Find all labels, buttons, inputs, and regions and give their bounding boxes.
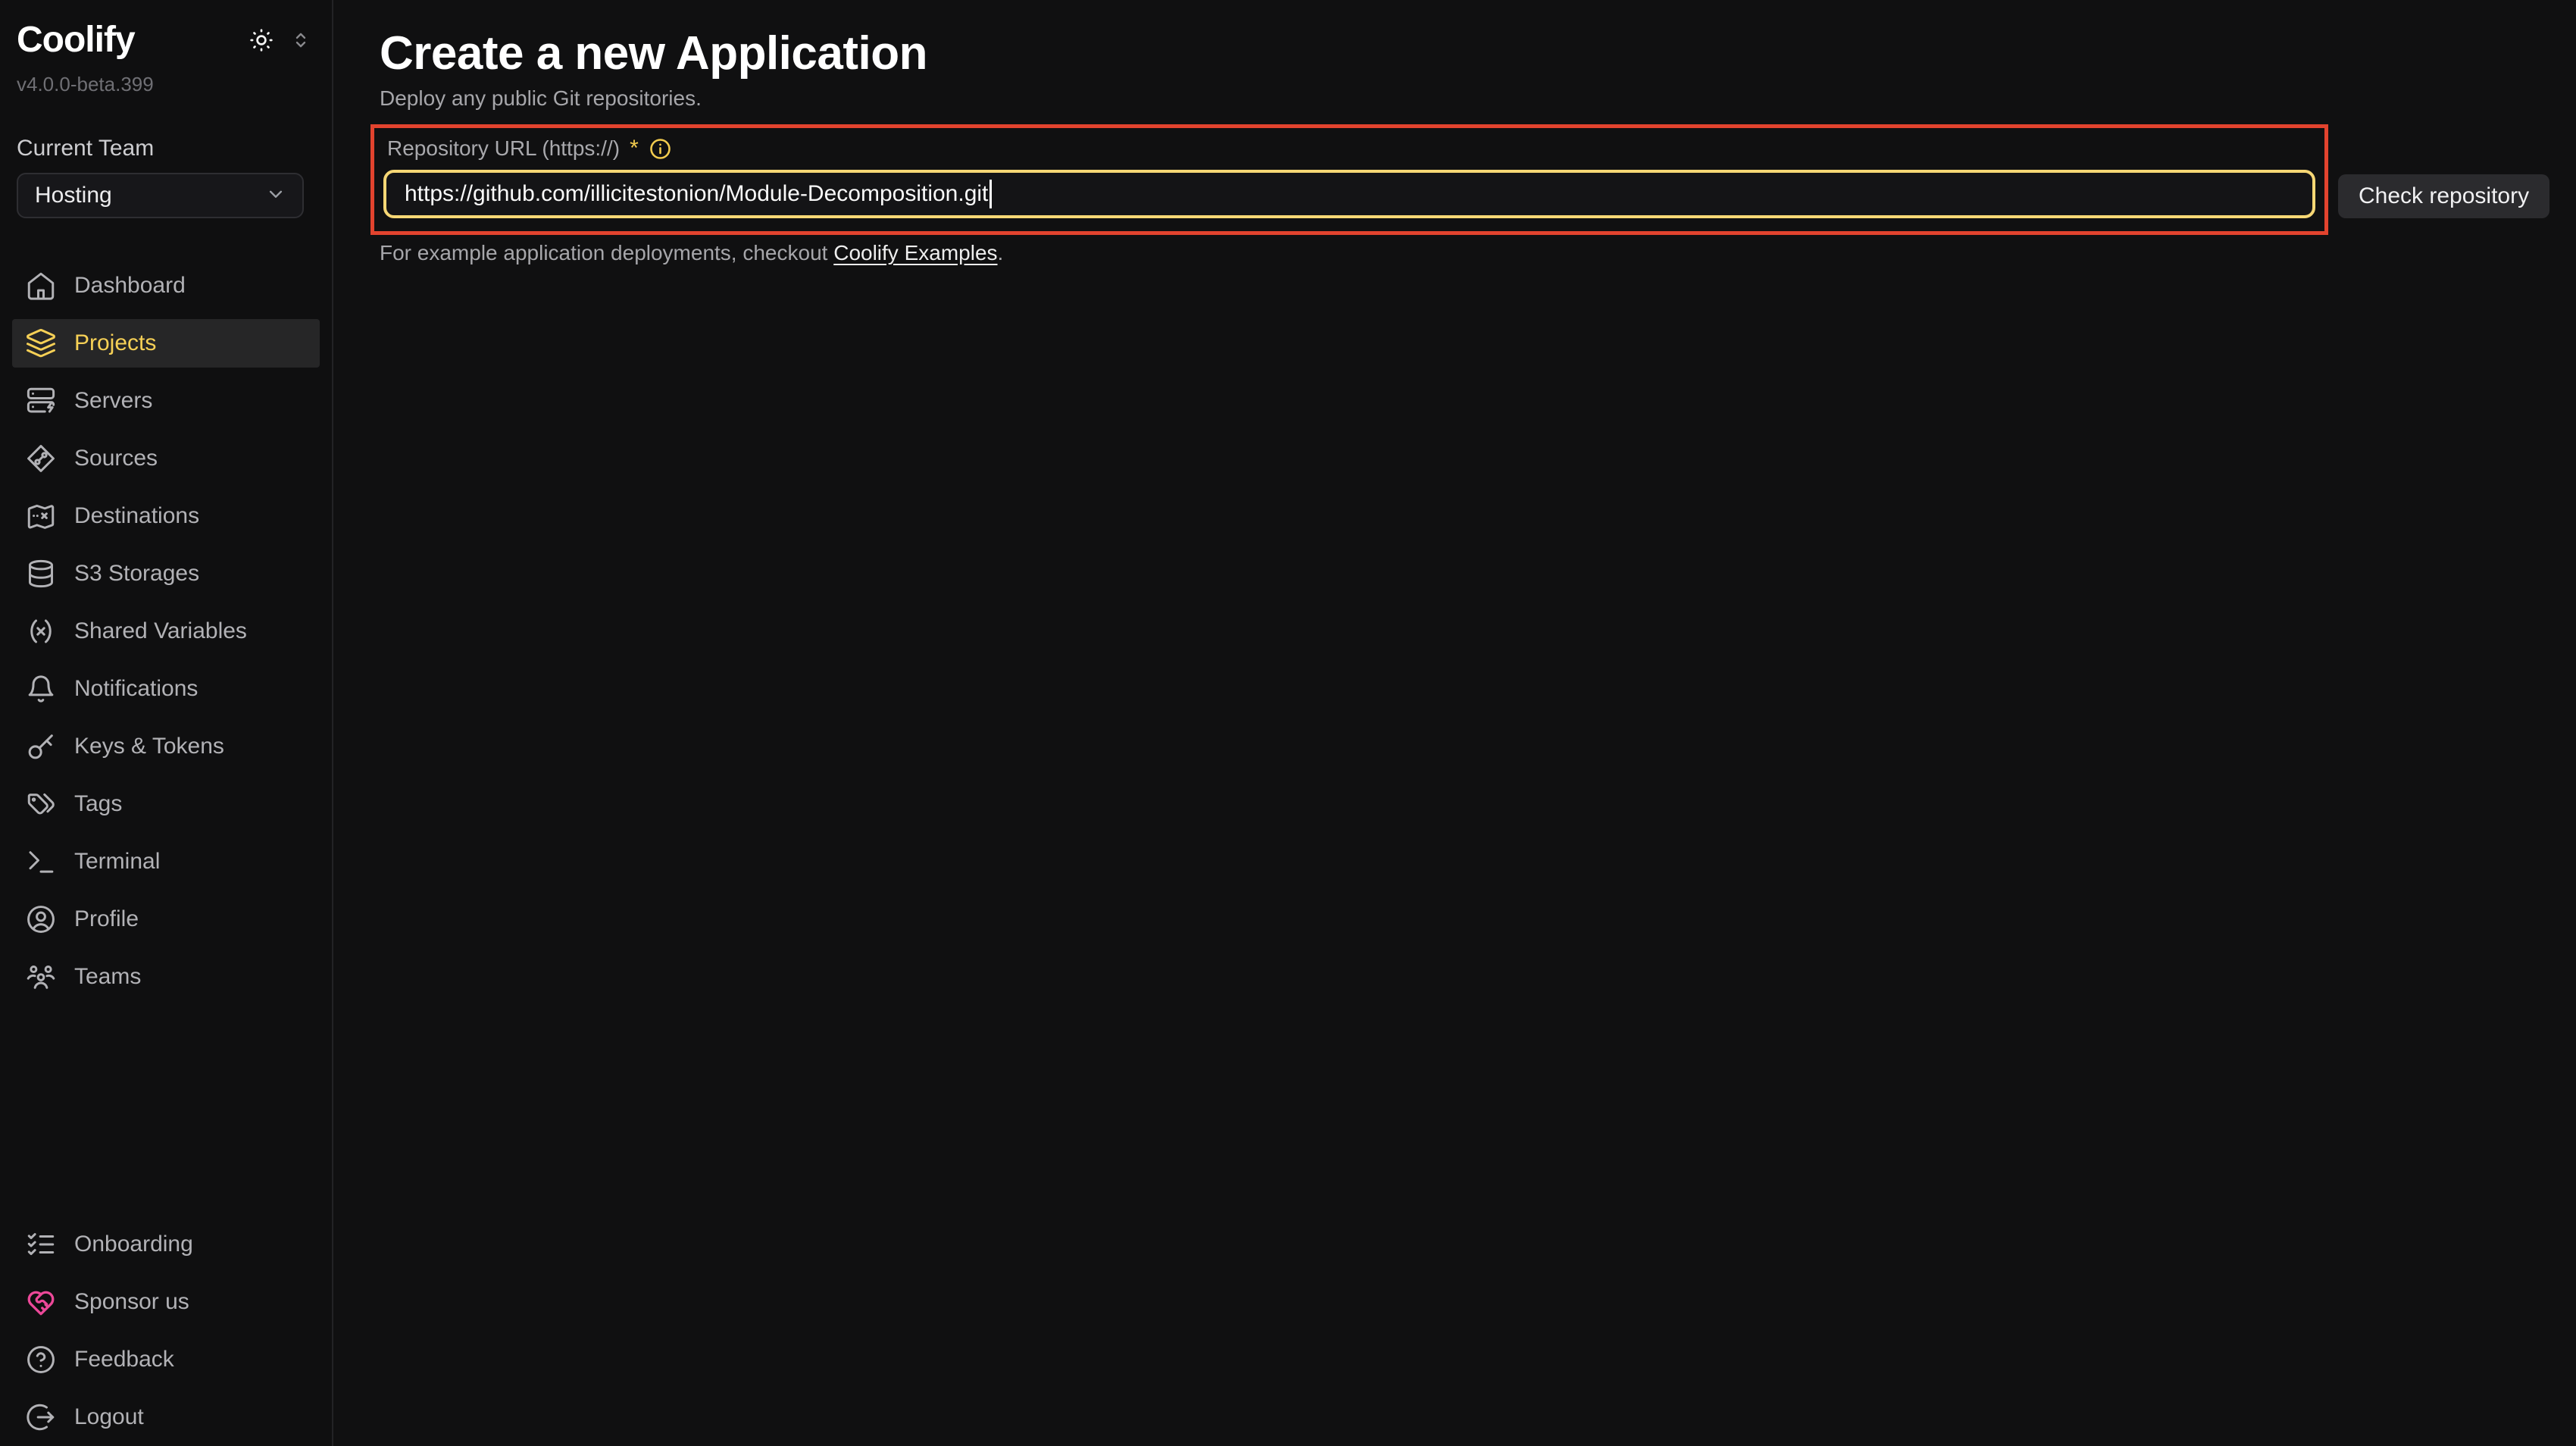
- sidebar-item-projects[interactable]: Projects: [12, 319, 320, 368]
- sidebar-item-label: Shared Variables: [74, 618, 247, 644]
- coolify-app: Coolify: [0, 0, 2576, 1446]
- sidebar-item-label: Projects: [74, 330, 156, 356]
- page-title: Create a new Application: [380, 27, 2576, 80]
- sidebar-item-tags[interactable]: Tags: [12, 780, 320, 828]
- app-logo: Coolify: [17, 20, 135, 61]
- sidebar-item-servers[interactable]: Servers: [12, 377, 320, 425]
- help-circle-icon: [24, 1343, 58, 1376]
- sidebar-item-label: Servers: [74, 388, 152, 414]
- sidebar-item-label: Tags: [74, 791, 122, 817]
- sidebar-item-feedback[interactable]: Feedback: [12, 1335, 320, 1384]
- sidebar-item-notifications[interactable]: Notifications: [12, 665, 320, 713]
- terminal-icon: [24, 845, 58, 878]
- sidebar-item-onboarding[interactable]: Onboarding: [12, 1220, 320, 1269]
- text-caret: [989, 180, 992, 208]
- sidebar-item-label: Sponsor us: [74, 1289, 189, 1315]
- sidebar-item-dashboard[interactable]: Dashboard: [12, 261, 320, 310]
- map-icon: [24, 499, 58, 533]
- team-select-value: Hosting: [35, 183, 112, 208]
- logout-icon: [24, 1401, 58, 1434]
- current-team-label: Current Team: [17, 136, 304, 161]
- sidebar-item-sponsor-us[interactable]: Sponsor us: [12, 1278, 320, 1326]
- annotation-highlight-box: Repository URL (https://) *: [370, 124, 2328, 235]
- sidebar-item-teams[interactable]: Teams: [12, 953, 320, 1001]
- required-marker: *: [630, 136, 639, 161]
- sidebar-item-logout[interactable]: Logout: [12, 1393, 320, 1441]
- sidebar-item-label: Keys & Tokens: [74, 734, 224, 759]
- sidebar-item-label: Destinations: [74, 503, 199, 529]
- check-repository-button[interactable]: Check repository: [2338, 174, 2549, 218]
- layers-icon: [24, 327, 58, 360]
- sidebar-nav-bottom: Onboarding Sponsor us: [0, 1220, 332, 1441]
- sidebar-item-label: Notifications: [74, 676, 198, 702]
- repository-url-input-wrap: [383, 170, 2315, 218]
- users-icon: [24, 960, 58, 994]
- sun-icon: [249, 27, 274, 53]
- tags-icon: [24, 787, 58, 821]
- bell-icon: [24, 672, 58, 706]
- chevrons-up-down-icon: [289, 29, 312, 52]
- team-section: Current Team Hosting: [0, 96, 332, 218]
- sidebar-item-shared-variables[interactable]: Shared Variables: [12, 607, 320, 656]
- sidebar-item-label: Dashboard: [74, 273, 186, 299]
- coolify-examples-link[interactable]: Coolify Examples: [833, 241, 997, 264]
- sidebar-header: Coolify: [0, 0, 332, 96]
- sidebar: Coolify: [0, 0, 333, 1446]
- chevron-down-icon: [264, 183, 287, 209]
- sidebar-item-label: S3 Storages: [74, 561, 199, 587]
- database-icon: [24, 557, 58, 590]
- repository-url-label-row: Repository URL (https://) *: [383, 135, 2315, 162]
- sidebar-item-label: Feedback: [74, 1347, 174, 1372]
- example-hint: For example application deployments, che…: [380, 239, 2576, 267]
- app-version: v4.0.0-beta.399: [17, 73, 312, 96]
- theme-toggle-button[interactable]: [249, 27, 274, 53]
- repository-url-label: Repository URL (https://): [387, 136, 620, 161]
- user-circle-icon: [24, 903, 58, 936]
- heart-handshake-icon: [24, 1285, 58, 1319]
- sidebar-item-sources[interactable]: Sources: [12, 434, 320, 483]
- sidebar-item-destinations[interactable]: Destinations: [12, 492, 320, 540]
- hint-suffix: .: [998, 241, 1004, 264]
- sidebar-item-label: Onboarding: [74, 1232, 193, 1257]
- sidebar-item-s3-storages[interactable]: S3 Storages: [12, 549, 320, 598]
- hint-text: For example application deployments, che…: [380, 241, 833, 264]
- page-subtitle: Deploy any public Git repositories.: [380, 85, 2576, 112]
- sidebar-item-keys-tokens[interactable]: Keys & Tokens: [12, 722, 320, 771]
- repository-url-input[interactable]: [383, 170, 2315, 218]
- sidebar-item-label: Profile: [74, 906, 139, 932]
- main-content: Create a new Application Deploy any publ…: [333, 0, 2576, 1446]
- info-icon[interactable]: [649, 137, 672, 161]
- sidebar-item-label: Teams: [74, 964, 141, 990]
- sidebar-collapse-button[interactable]: [289, 29, 312, 52]
- key-icon: [24, 730, 58, 763]
- sidebar-item-label: Terminal: [74, 849, 160, 875]
- team-select[interactable]: Hosting: [17, 173, 304, 218]
- git-source-icon: [24, 442, 58, 475]
- sidebar-item-label: Logout: [74, 1404, 144, 1430]
- sidebar-item-terminal[interactable]: Terminal: [12, 837, 320, 886]
- sidebar-nav: Dashboard Projects: [0, 261, 332, 1001]
- sidebar-item-label: Sources: [74, 446, 158, 471]
- list-checks-icon: [24, 1228, 58, 1261]
- home-icon: [24, 269, 58, 302]
- sidebar-spacer: [0, 1001, 332, 1220]
- variable-icon: [24, 615, 58, 648]
- server-icon: [24, 384, 58, 418]
- sidebar-item-profile[interactable]: Profile: [12, 895, 320, 944]
